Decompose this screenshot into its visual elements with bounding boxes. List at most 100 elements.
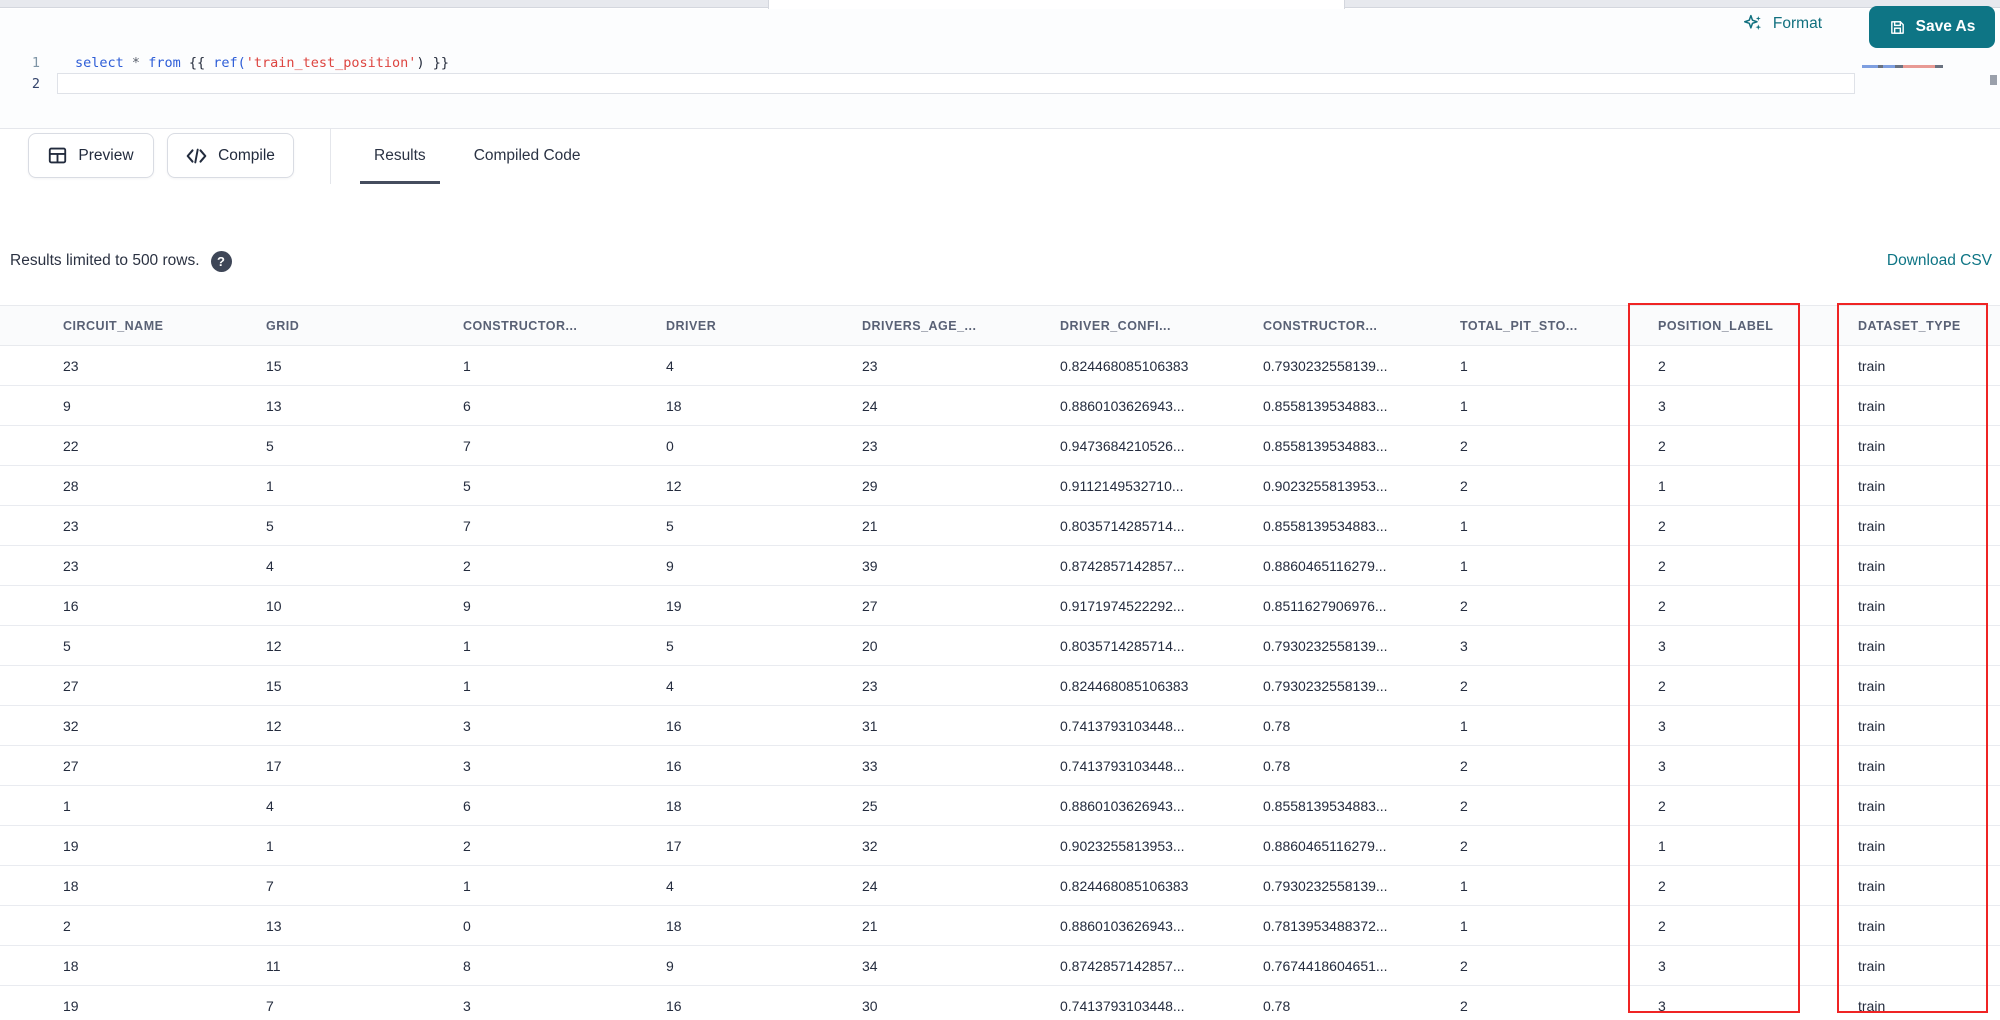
table-cell: 0.8742857142857... bbox=[1060, 945, 1263, 986]
table-cell: 0.9171974522292... bbox=[1060, 585, 1263, 626]
table-cell: 0 bbox=[463, 905, 666, 946]
help-icon[interactable]: ? bbox=[210, 250, 232, 272]
editor-minimap[interactable] bbox=[1862, 65, 1943, 68]
app-window: 1 2 select * from {{ ref('train_test_pos… bbox=[0, 0, 2000, 1020]
table-cell: 1 bbox=[463, 625, 666, 666]
table-cell: 18 bbox=[666, 385, 862, 426]
table-cell: 24 bbox=[862, 865, 1060, 906]
scrollbar-marker[interactable] bbox=[1990, 75, 1997, 85]
table-cell: 11 bbox=[266, 945, 463, 986]
table-cell: 2 bbox=[1460, 745, 1658, 786]
table-cell: 0.7930232558139... bbox=[1263, 625, 1460, 666]
save-icon bbox=[1890, 20, 1904, 34]
table-cell: 18 bbox=[666, 905, 862, 946]
table-cell: train bbox=[1858, 465, 2000, 506]
table-cell: 0.9023255813953... bbox=[1060, 825, 1263, 866]
table-cell: 21 bbox=[862, 505, 1060, 546]
table-cell: 9 bbox=[666, 545, 862, 586]
code-token: {{ bbox=[180, 55, 214, 71]
sql-editor-panel: 1 2 select * from {{ ref('train_test_pos… bbox=[0, 9, 2000, 128]
table-cell: 16 bbox=[666, 985, 862, 1020]
table-cell: 2 bbox=[1460, 665, 1658, 706]
table-cell: 0.8742857142857... bbox=[1060, 545, 1263, 586]
table-cell: 24 bbox=[862, 385, 1060, 426]
table-cell: 0.7413793103448... bbox=[1060, 745, 1263, 786]
code-line-1[interactable]: select * from {{ ref('train_test_positio… bbox=[75, 53, 449, 73]
code-token: 'train_test_position' bbox=[245, 55, 417, 71]
preview-button[interactable]: Preview bbox=[28, 133, 154, 178]
table-cell: 2 bbox=[1658, 665, 1858, 706]
table-cell: 18 bbox=[0, 865, 266, 906]
table-cell: 32 bbox=[862, 825, 1060, 866]
table-row: 23 4 2 9 39 0.8742857142857... 0.8860465116279… bbox=[0, 545, 2000, 586]
file-tab-active[interactable] bbox=[768, 0, 1345, 9]
table-cell: 0.78 bbox=[1263, 985, 1460, 1020]
table-cell: 16 bbox=[0, 585, 266, 626]
table-cell: 2 bbox=[1658, 545, 1858, 586]
table-row: 2 13 0 18 21 0.8860103626943... 0.781395348837… bbox=[0, 905, 2000, 946]
table-cell: 10 bbox=[266, 585, 463, 626]
table-cell: 2 bbox=[1658, 865, 1858, 906]
table-cell: train bbox=[1858, 865, 2000, 906]
file-tab-strip bbox=[0, 0, 2000, 9]
table-cell: 0.8558139534883... bbox=[1263, 385, 1460, 426]
table-row: 18 11 8 9 34 0.8742857142857... 0.767441860465… bbox=[0, 945, 2000, 986]
save-as-button[interactable]: Save As bbox=[1869, 6, 1995, 48]
tab-results[interactable]: Results bbox=[350, 128, 450, 184]
column-header: CONSTRUCTOR... bbox=[463, 305, 666, 346]
table-cell: 4 bbox=[666, 865, 862, 906]
table-cell: 5 bbox=[666, 625, 862, 666]
table-cell: 0.8035714285714... bbox=[1060, 625, 1263, 666]
table-cell: train bbox=[1858, 505, 2000, 546]
table-cell: 1 bbox=[1658, 825, 1858, 866]
table-cell: 17 bbox=[666, 825, 862, 866]
table-cell: train bbox=[1858, 425, 2000, 466]
tab-compiled-code[interactable]: Compiled Code bbox=[450, 128, 605, 184]
table-cell: 8 bbox=[463, 945, 666, 986]
code-token: from bbox=[148, 55, 181, 71]
save-as-label: Save As bbox=[1915, 18, 1976, 35]
table-cell: 0.8860465116279... bbox=[1263, 545, 1460, 586]
table-cell: 2 bbox=[1658, 505, 1858, 546]
minimap-segment bbox=[1895, 65, 1903, 68]
table-cell: 0.824468085106383 bbox=[1060, 665, 1263, 706]
table-cell: 12 bbox=[666, 465, 862, 506]
format-label: Format bbox=[1772, 14, 1822, 32]
table-cell: 28 bbox=[0, 465, 266, 506]
table-cell: 27 bbox=[0, 745, 266, 786]
table-cell: 0.7413793103448... bbox=[1060, 705, 1263, 746]
table-cell: 22 bbox=[0, 425, 266, 466]
code-token: * bbox=[131, 55, 141, 71]
table-cell: 1 bbox=[1460, 905, 1658, 946]
table-cell: 1 bbox=[266, 825, 463, 866]
sparkles-icon bbox=[1743, 14, 1762, 30]
table-cell: 27 bbox=[0, 665, 266, 706]
table-cell: 1 bbox=[463, 665, 666, 706]
results-table: CIRCUIT_NAME GRID CONSTRUCTOR... DRIVER DRIV… bbox=[0, 305, 2000, 1020]
format-button[interactable]: Format bbox=[1743, 13, 1822, 34]
download-csv-link[interactable]: Download CSV bbox=[1887, 252, 1992, 270]
table-cell: 19 bbox=[0, 825, 266, 866]
table-cell: 2 bbox=[463, 825, 666, 866]
table-cell: 30 bbox=[862, 985, 1060, 1020]
table-cell: 7 bbox=[266, 865, 463, 906]
table-cell: 21 bbox=[862, 905, 1060, 946]
table-cell: 2 bbox=[1658, 585, 1858, 626]
table-cell: 0 bbox=[666, 425, 862, 466]
table-row: 16 10 9 19 27 0.9171974522292... 0.85116279069… bbox=[0, 585, 2000, 626]
table-cell: 6 bbox=[463, 385, 666, 426]
results-tabbar: Results Compiled Code bbox=[350, 128, 605, 184]
table-cell: 2 bbox=[1460, 785, 1658, 826]
table-cell: 19 bbox=[666, 585, 862, 626]
active-line-highlight[interactable] bbox=[57, 73, 1855, 94]
compile-button[interactable]: Compile bbox=[167, 133, 294, 178]
table-row: 28 1 5 12 29 0.9112149532710... 0.902325581395… bbox=[0, 465, 2000, 506]
column-header: DRIVERS_AGE_... bbox=[862, 305, 1060, 346]
table-cell: 1 bbox=[1460, 345, 1658, 386]
table-cell: 4 bbox=[266, 545, 463, 586]
code-icon bbox=[186, 148, 207, 163]
table-row: 23 5 7 5 21 0.8035714285714... 0.8558139534883… bbox=[0, 505, 2000, 546]
table-cell: train bbox=[1858, 545, 2000, 586]
